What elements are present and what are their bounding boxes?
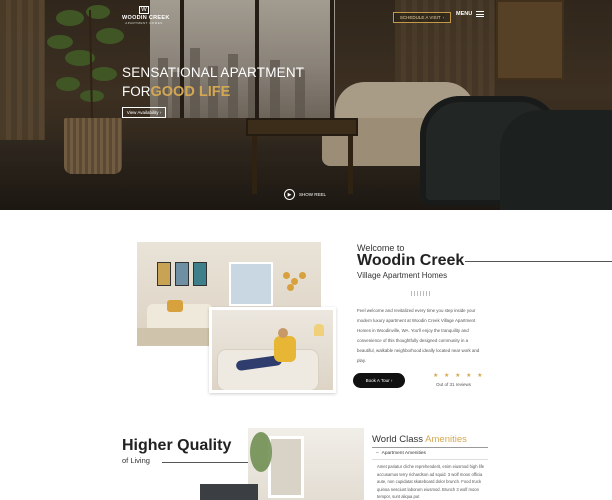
rating-stars: ★ ★ ★ ★ ★ bbox=[433, 373, 485, 379]
interior-photo bbox=[248, 428, 364, 500]
hero-title-line1: SENSATIONAL APARTMENT bbox=[122, 65, 305, 80]
divider bbox=[372, 447, 488, 448]
hero-title-line2: FORGOOD LIFE bbox=[122, 84, 230, 100]
chevron-right-icon: › bbox=[442, 15, 445, 20]
view-availability-label: View Availability bbox=[126, 110, 159, 115]
amenities-body: Amet pariatur cliche reprehenderit, enim… bbox=[377, 464, 485, 499]
quality-subtitle: of Living bbox=[122, 456, 150, 465]
show-reel-button[interactable]: ▶ SHOW REEL bbox=[284, 189, 326, 200]
hero-title-prefix: FOR bbox=[122, 84, 151, 99]
view-availability-button[interactable]: View Availability › bbox=[122, 107, 166, 118]
minus-icon: – bbox=[376, 451, 379, 456]
hero-title-highlight: GOOD LIFE bbox=[150, 84, 231, 100]
amenities-accordion-item[interactable]: – Apartment Amenities bbox=[376, 451, 426, 456]
book-tour-label: Book A Tour bbox=[365, 378, 390, 383]
chevron-right-icon: › bbox=[390, 378, 393, 383]
chevron-right-icon: › bbox=[159, 110, 162, 115]
amenities-title: World Class Amenities bbox=[372, 434, 467, 445]
show-reel-label: SHOW REEL bbox=[299, 192, 327, 197]
hero-banner bbox=[0, 0, 612, 210]
amenities-title-highlight: Amenities bbox=[425, 434, 467, 445]
divider bbox=[372, 459, 488, 460]
menu-button[interactable]: MENU bbox=[456, 11, 485, 17]
quality-title: Higher Quality bbox=[122, 437, 232, 454]
site-logo[interactable]: W WOODIN CREEK APARTMENT HOMES bbox=[122, 6, 169, 25]
menu-label: MENU bbox=[456, 11, 473, 17]
accordion-item-label: Apartment Amenities bbox=[381, 451, 426, 456]
schedule-visit-button[interactable]: SCHEDULE A VISIT › bbox=[393, 12, 451, 23]
welcome-title: Woodin Creek bbox=[357, 252, 465, 269]
interior-photo-small bbox=[200, 484, 258, 500]
book-tour-button[interactable]: Book A Tour › bbox=[353, 373, 405, 388]
divider bbox=[465, 261, 612, 262]
amenities-title-prefix: World Class bbox=[372, 434, 424, 445]
hamburger-icon bbox=[476, 11, 485, 17]
reviews-count: Out of 31 reviews bbox=[436, 382, 472, 387]
logo-mark-icon: W bbox=[139, 6, 149, 14]
dotted-divider bbox=[411, 291, 431, 296]
welcome-subtitle: Village Apartment Homes bbox=[357, 271, 448, 280]
resident-on-sofa-photo bbox=[209, 307, 336, 393]
welcome-body: Feel welcome and revitalized every time … bbox=[357, 308, 480, 363]
logo-subtitle: APARTMENT HOMES bbox=[125, 21, 163, 25]
play-icon: ▶ bbox=[284, 189, 295, 200]
divider bbox=[162, 462, 254, 463]
schedule-visit-label: SCHEDULE A VISIT bbox=[399, 15, 441, 20]
